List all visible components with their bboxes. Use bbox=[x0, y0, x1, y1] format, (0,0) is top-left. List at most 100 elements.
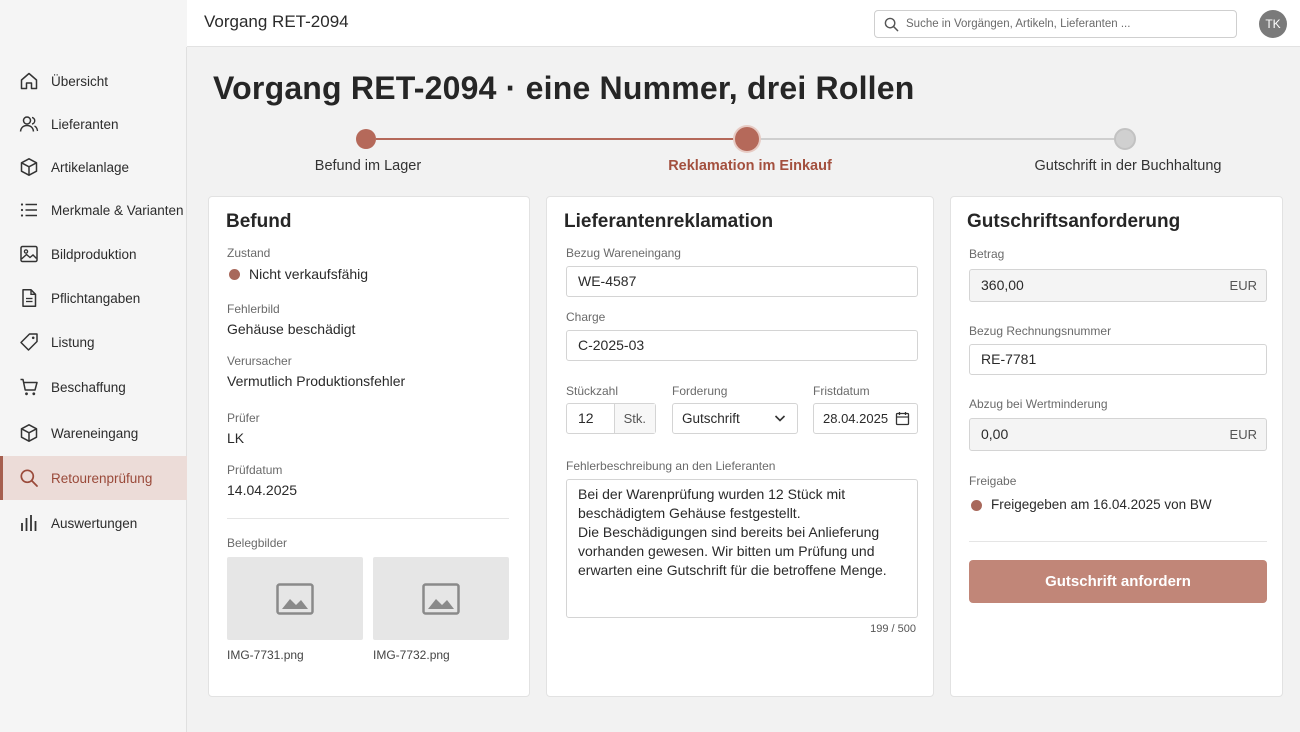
sidebar-item-pflichtangaben[interactable]: Pflichtangaben bbox=[0, 276, 187, 320]
pruefdatum-label: Prüfdatum bbox=[227, 463, 283, 477]
belegbilder-label: Belegbilder bbox=[227, 536, 288, 550]
sidebar-item-wareneingang[interactable]: Wareneingang bbox=[0, 411, 187, 455]
fristdatum-label: Fristdatum bbox=[813, 384, 870, 398]
image-thumbnail[interactable] bbox=[227, 557, 363, 640]
zustand-value: Nicht verkaufsfähig bbox=[249, 266, 369, 282]
bezug-wareneingang-label: Bezug Wareneingang bbox=[566, 246, 681, 260]
avatar[interactable]: TK bbox=[1259, 10, 1287, 38]
verursacher-label: Verursacher bbox=[227, 354, 292, 368]
step-dot-gutschrift[interactable] bbox=[1114, 128, 1136, 150]
users-icon bbox=[19, 116, 39, 132]
charge-label: Charge bbox=[566, 310, 606, 324]
bar-chart-icon bbox=[21, 515, 37, 531]
sidebar-item-label: Artikelanlage bbox=[51, 159, 130, 175]
rechnungsnummer-input[interactable]: RE-7781 bbox=[969, 344, 1267, 375]
search-box[interactable] bbox=[874, 10, 1237, 38]
list-icon bbox=[20, 203, 37, 217]
reklamation-title: Lieferantenreklamation bbox=[564, 211, 774, 232]
chevron-down-icon bbox=[774, 415, 786, 422]
sidebar-item-auswertungen[interactable]: Auswertungen bbox=[0, 501, 187, 545]
forderung-value: Gutschrift bbox=[682, 411, 740, 426]
betrag-value: 360,00 bbox=[981, 277, 1024, 293]
forderung-select[interactable]: Gutschrift bbox=[672, 403, 798, 434]
betrag-label: Betrag bbox=[969, 247, 1005, 261]
stueckzahl-unit: Stk. bbox=[613, 404, 655, 433]
image-thumbnail[interactable] bbox=[373, 557, 509, 640]
fehlerbild-label: Fehlerbild bbox=[227, 302, 280, 316]
forderung-label: Forderung bbox=[672, 384, 728, 398]
freigabe-status-dot bbox=[971, 500, 982, 511]
box-icon bbox=[20, 158, 38, 176]
abzug-label: Abzug bei Wertminderung bbox=[969, 397, 1108, 411]
charge-input[interactable]: C-2025-03 bbox=[566, 330, 918, 361]
sidebar-item-label: Übersicht bbox=[51, 73, 109, 89]
stueckzahl-value: 12 bbox=[578, 410, 594, 426]
verursacher-value: Vermutlich Produktionsfehler bbox=[227, 373, 406, 389]
zustand-label: Zustand bbox=[227, 246, 271, 260]
gutschrift-title: Gutschriftsanforderung bbox=[967, 211, 1181, 232]
sidebar-item-retourenpruefung[interactable]: Retourenprüfung bbox=[0, 456, 187, 500]
gutschrift-anfordern-button[interactable]: Gutschrift anfordern bbox=[969, 560, 1267, 603]
image-placeholder-icon bbox=[422, 583, 460, 615]
stepper-line-done bbox=[376, 138, 736, 140]
gutschrift-card: Gutschriftsanforderung Betrag 360,00 EUR… bbox=[950, 196, 1283, 697]
stueckzahl-label: Stückzahl bbox=[566, 384, 619, 398]
currency-label: EUR bbox=[1229, 278, 1257, 293]
sidebar-item-beschaffung[interactable]: Beschaffung bbox=[0, 365, 187, 409]
sidebar-item-label: Beschaffung bbox=[51, 379, 126, 395]
step-dot-befund[interactable] bbox=[356, 129, 376, 149]
step-dot-reklamation[interactable] bbox=[735, 127, 759, 151]
image-icon bbox=[20, 245, 38, 263]
step-label-reklamation: Reklamation im Einkauf bbox=[668, 158, 832, 174]
stepper-line-pending bbox=[757, 138, 1114, 140]
image-placeholder-icon bbox=[276, 583, 314, 615]
sidebar-item-artikelanlage[interactable]: Artikelanlage bbox=[0, 145, 187, 189]
fehlerbeschreibung-textarea[interactable] bbox=[566, 479, 918, 618]
pruefer-label: Prüfer bbox=[227, 411, 260, 425]
search-icon bbox=[20, 469, 38, 487]
sidebar-item-label: Wareneingang bbox=[51, 425, 139, 441]
befund-card: Befund Zustand Nicht verkaufsfähig Fehle… bbox=[208, 196, 530, 697]
top-bar: Vorgang RET-2094 TK bbox=[0, 0, 1300, 47]
calendar-icon[interactable] bbox=[895, 411, 910, 426]
app-title: Vorgang RET-2094 bbox=[204, 12, 349, 31]
sidebar-item-bildproduktion[interactable]: Bildproduktion bbox=[0, 232, 187, 276]
fehlerbeschreibung-label: Fehlerbeschreibung an den Lieferanten bbox=[566, 459, 776, 473]
befund-title: Befund bbox=[226, 211, 292, 232]
bezug-wareneingang-input[interactable]: WE-4587 bbox=[566, 266, 918, 297]
sidebar-item-merkmale-varianten[interactable]: Merkmale & Varianten bbox=[0, 188, 187, 232]
divider bbox=[969, 541, 1267, 542]
box-icon bbox=[20, 424, 38, 442]
fristdatum-value: 28.04.2025 bbox=[823, 411, 889, 426]
image-caption[interactable]: IMG-7732.png bbox=[373, 648, 450, 662]
document-icon bbox=[22, 289, 37, 307]
tag-icon bbox=[20, 333, 38, 351]
search-icon bbox=[884, 17, 899, 32]
sidebar-item-lieferanten[interactable]: Lieferanten bbox=[0, 102, 187, 146]
sidebar-item-listung[interactable]: Listung bbox=[0, 320, 187, 364]
sidebar: Übersicht Lieferanten Artikelanlage Merk… bbox=[0, 47, 187, 732]
home-icon bbox=[20, 72, 38, 90]
top-bar-sidebar-area bbox=[0, 0, 187, 47]
step-label-gutschrift: Gutschrift in der Buchhaltung bbox=[1034, 158, 1222, 174]
sidebar-item-uebersicht[interactable]: Übersicht bbox=[0, 59, 187, 103]
page-title: Vorgang RET-2094 · eine Nummer, drei Rol… bbox=[213, 70, 915, 106]
sidebar-item-label: Lieferanten bbox=[51, 116, 119, 132]
sidebar-item-label: Bildproduktion bbox=[51, 246, 137, 262]
fehlerbild-value: Gehäuse beschädigt bbox=[227, 321, 356, 337]
image-caption[interactable]: IMG-7731.png bbox=[227, 648, 304, 662]
rechnungsnummer-label: Bezug Rechnungsnummer bbox=[969, 324, 1112, 338]
abzug-input[interactable]: 0,00 EUR bbox=[969, 418, 1267, 451]
sidebar-item-label: Retourenprüfung bbox=[51, 470, 153, 486]
freigabe-value: Freigegeben am 16.04.2025 von BW bbox=[991, 497, 1212, 512]
sidebar-item-label: Auswertungen bbox=[51, 515, 138, 531]
search-input[interactable] bbox=[906, 15, 1226, 33]
character-counter: 199 / 500 bbox=[870, 623, 916, 635]
sidebar-item-label: Listung bbox=[51, 334, 95, 350]
stueckzahl-input[interactable]: 12 Stk. bbox=[566, 403, 656, 434]
sidebar-item-label: Merkmale & Varianten bbox=[51, 202, 184, 218]
fristdatum-input[interactable]: 28.04.2025 bbox=[813, 403, 918, 434]
betrag-input[interactable]: 360,00 EUR bbox=[969, 269, 1267, 302]
pruefer-value: LK bbox=[227, 430, 245, 446]
pruefdatum-value: 14.04.2025 bbox=[227, 482, 298, 498]
